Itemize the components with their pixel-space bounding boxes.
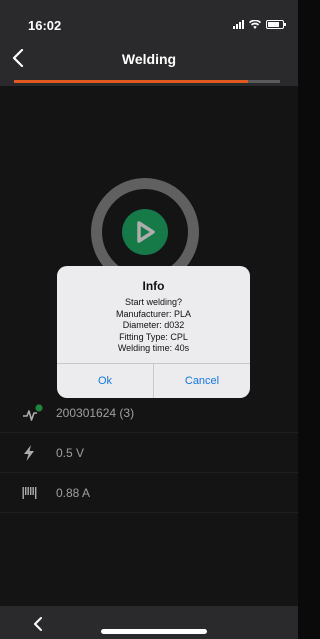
bottom-bar [0, 606, 298, 639]
chevron-left-icon [34, 617, 42, 631]
info-dialog: Info Start welding? Manufacturer: PLA Di… [57, 266, 250, 398]
dialog-title: Info [142, 279, 165, 293]
dialog-fitting-type: Fitting Type: CPL [119, 331, 188, 342]
cancel-button[interactable]: Cancel [153, 364, 250, 398]
battery-icon [266, 20, 286, 29]
home-indicator[interactable] [101, 629, 207, 634]
welding-progress-bar [14, 80, 280, 83]
progress-fill [14, 80, 249, 83]
dialog-actions: Ok Cancel [57, 363, 250, 398]
status-time: 16:02 [28, 18, 62, 33]
dialog-manufacturer: Manufacturer: PLA [115, 308, 192, 319]
dialog-diameter: Diameter: d032 [122, 320, 185, 330]
wifi-icon [249, 20, 261, 29]
status-icons [233, 20, 286, 29]
bottom-back-button[interactable] [28, 614, 48, 634]
page-title: Welding [121, 51, 177, 67]
ok-button[interactable]: Ok [57, 364, 153, 398]
header-bar: 16:02 Welding [0, 0, 298, 86]
signal-icon [233, 20, 244, 29]
welding-screen: 16:02 Welding 200301624 (3) 0.5 V 0.88 A… [0, 0, 298, 639]
dialog-welding-time: Welding time: 40s [117, 343, 190, 353]
dialog-message: Start welding? [124, 297, 183, 307]
